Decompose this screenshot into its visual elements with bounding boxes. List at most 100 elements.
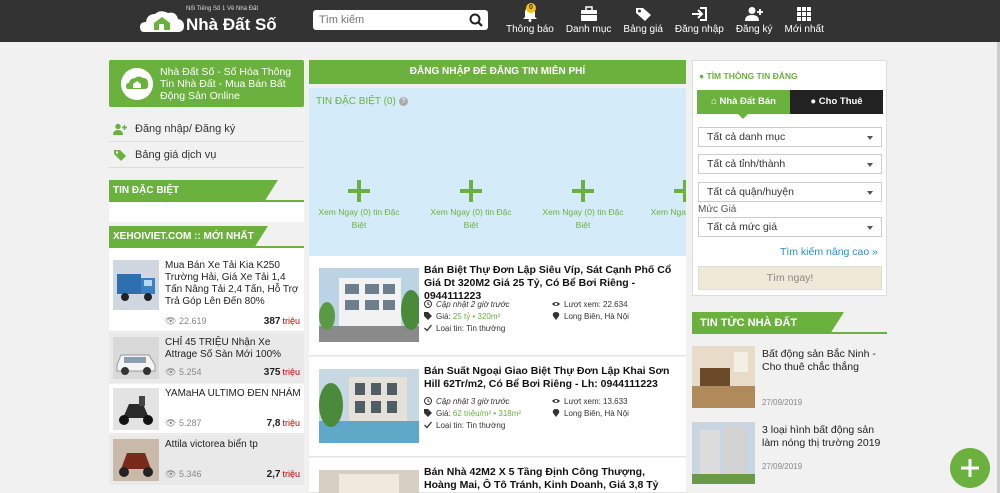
nav-label: Đăng ký [735, 24, 773, 35]
tab-rent[interactable]: ● Cho Thuê [790, 90, 883, 114]
truck-thumbnail [113, 260, 159, 310]
plus-icon [674, 180, 686, 202]
listing-title[interactable]: Bán Biệt Thự Đơn Lập Siêu Víp, Sát Cạnh … [424, 264, 679, 303]
clock-icon [424, 397, 432, 405]
updated-text: Cập nhật 3 giờ trước [436, 397, 510, 406]
news-title[interactable]: 3 loại hình bất động sản làm nóng thị tr… [762, 424, 887, 450]
view-count: 👁 5.287 [165, 418, 202, 428]
listing-type-text: Loại tin: Tin thường [436, 324, 506, 333]
car-title: YAMaHA ULTIMO ĐEN NHÁM [165, 388, 301, 399]
special-slot[interactable]: Xem Ngay (0) tin Đặc Biệt [426, 180, 516, 232]
villa-photo [319, 268, 419, 342]
property-listing[interactable]: Bán Nhà 42M2 X 5 Tầng Định Công Thượng, … [309, 458, 686, 493]
price-select[interactable]: Tất cả mức giá [698, 217, 882, 237]
listing-location: Long Biên, Hà Nội [552, 312, 629, 321]
car-title: CHỈ 45 TRIỆU Nhận Xe Attrage Số Sàn Mới … [165, 337, 282, 360]
car-thumbnail [113, 337, 159, 379]
news-section-title: TIN TỨC NHÀ ĐẤT [692, 312, 844, 334]
news-date: 27/09/2019 [762, 398, 803, 407]
tab-sell[interactable]: ⌂ Nhà Đất Bán [697, 90, 790, 119]
nav-newest[interactable]: Mới nhất [779, 6, 830, 40]
slot-label: Xem Ngay (0) tin Đặc Biệt [430, 207, 512, 230]
car-price: 387 triệu [264, 316, 300, 327]
listing-price: 25 tỷ [452, 312, 471, 321]
property-listing[interactable]: Bán Biệt Thự Đơn Lập Siêu Víp, Sát Cạnh … [309, 256, 686, 356]
logo-brand: Nhà Đất Số [186, 15, 277, 34]
special-listings-title: TIN ĐẶC BIỆT (0)? [316, 96, 408, 107]
slot-label: Xem Ngay (0) tin Đặc Biệt [318, 207, 400, 230]
car-title: Mua Bán Xe Tải Kia K250 Trường Hải, Giá … [165, 260, 299, 307]
listing-area: 320m² [477, 312, 501, 321]
nav-notifications[interactable]: 0 Thông báo [500, 3, 560, 40]
search-input[interactable] [313, 10, 463, 30]
nav-label: Đăng nhập [674, 24, 724, 35]
price-unit: triệu [282, 316, 300, 326]
special-listings-panel: TIN ĐẶC BIỆT (0)? Xem Ngay (0) tin Đặc B… [309, 88, 686, 282]
nav-label: Danh mục [565, 24, 612, 35]
search-icon[interactable] [464, 10, 488, 30]
news-item[interactable]: 3 loại hình bất động sản làm nóng thị tr… [692, 422, 887, 493]
sign-in-icon [692, 7, 708, 21]
listing-title[interactable]: Bán Suất Ngoại Giao Biệt Thự Đơn Lập Kha… [424, 365, 679, 391]
site-hero-banner[interactable]: Nhà Đất Số - Số Hóa Thông Tin Nhà Đất - … [109, 60, 304, 107]
site-logo[interactable]: Nổi Tiếng Số 1 Về Nhà Đất Nhà Đất Số [140, 6, 300, 36]
scooter-thumbnail [113, 388, 159, 430]
property-listing[interactable]: Bán Suất Ngoại Giao Biệt Thự Đơn Lập Kha… [309, 357, 686, 457]
slot-label: Xem Ngay (0) tin Đặc Biệt [542, 207, 624, 230]
district-select[interactable]: Tất cả quận/huyện [698, 182, 882, 202]
help-icon[interactable]: ? [398, 96, 408, 106]
car-listing[interactable]: YAMaHA ULTIMO ĐEN NHÁM 👁 5.287 7,8 triệu [109, 384, 304, 434]
hero-text: Nhà Đất Số - Số Hóa Thông Tin Nhà Đất - … [160, 66, 292, 102]
tab-sell-label: Nhà Đất Bán [719, 96, 776, 107]
nav-login[interactable]: Đăng nhập [669, 6, 730, 40]
car-listing[interactable]: Mua Bán Xe Tải Kia K250 Trường Hải, Giá … [109, 256, 304, 332]
listing-title[interactable]: Bán Nhà 42M2 X 5 Tầng Định Công Thượng, … [424, 466, 679, 492]
listing-type: Loại tin: Tin thường [424, 324, 505, 333]
login-register-link[interactable]: Đăng nhập/ Đăng ký [109, 116, 304, 141]
special-section-title: TIN ĐẶC BIỆT [109, 180, 278, 202]
plus-icon [572, 180, 594, 202]
nav-register[interactable]: Đăng ký [730, 6, 779, 40]
car-price: 2,7 triệu [267, 469, 300, 480]
tag-icon [636, 8, 652, 21]
login-to-post-banner[interactable]: ĐĂNG NHẬP ĐỂ ĐĂNG TIN MIỄN PHÍ [309, 60, 686, 84]
listing-type: Loại tin: Tin thường [424, 421, 505, 430]
views-value: 5.254 [178, 367, 202, 377]
price-value: 7,8 [266, 418, 281, 429]
eye-icon [552, 399, 560, 403]
price-range-label: Mức Giá [698, 204, 737, 215]
nav-label: Mới nhất [784, 24, 824, 35]
views-value: 5.287 [178, 418, 202, 428]
news-title[interactable]: Bất động sản Bắc Ninh - Cho thuê chắc th… [762, 348, 887, 374]
special-section-body [109, 202, 304, 222]
nav-pricing[interactable]: Bảng giá [617, 6, 668, 40]
advanced-search-link[interactable]: Tìm kiếm nâng cao » [780, 246, 878, 258]
category-select[interactable]: Tất cả danh mục [698, 127, 882, 147]
special-slot[interactable]: Xem Nga [644, 180, 686, 219]
pricing-link[interactable]: Bảng giá dịch vụ [109, 142, 304, 167]
province-select[interactable]: Tất cả tỉnh/thành [698, 154, 882, 174]
section-underline [692, 332, 887, 334]
nav-categories[interactable]: Danh mục [560, 6, 618, 40]
right-sidebar: ● TÌM THÔNG TIN ĐĂNG ⌂ Nhà Đất Bán ● Cho… [692, 60, 887, 493]
listing-location: Long Biên, Hà Nội [552, 409, 629, 418]
price-value: 387 [263, 316, 281, 327]
search-tabs: ⌂ Nhà Đất Bán ● Cho Thuê [697, 90, 883, 119]
price-value: 375 [263, 367, 281, 378]
special-slot[interactable]: Xem Ngay (0) tin Đặc Biệt [314, 180, 404, 232]
special-slot[interactable]: Xem Ngay (0) tin Đặc Biệt [538, 180, 628, 232]
user-plus-icon [113, 123, 127, 135]
car-listing[interactable]: CHỈ 45 TRIỆU Nhận Xe Attrage Số Sàn Mới … [109, 333, 304, 383]
search-now-button[interactable]: Tìm ngay! [698, 266, 882, 290]
top-navbar: Nổi Tiếng Số 1 Về Nhà Đất Nhà Đất Số 0 T… [0, 0, 1000, 42]
views-text: Lượt xem: 13.633 [564, 397, 628, 406]
main-content: ĐĂNG NHẬP ĐỂ ĐĂNG TIN MIỄN PHÍ TIN ĐẶC B… [309, 60, 686, 493]
interior-photo [692, 346, 755, 408]
tab-rent-label: Cho Thuê [818, 96, 863, 107]
xehoi-section-pad [109, 248, 304, 256]
car-listing[interactable]: Attila victorea biển tp 👁 5.346 2,7 triệu [109, 435, 304, 485]
left-sidebar: Nhà Đất Số - Số Hóa Thông Tin Nhà Đất - … [109, 60, 304, 493]
floating-add-button[interactable] [950, 448, 990, 488]
news-item[interactable]: Bất động sản Bắc Ninh - Cho thuê chắc th… [692, 346, 887, 418]
listing-price: 62 triệu/m² [452, 409, 492, 418]
